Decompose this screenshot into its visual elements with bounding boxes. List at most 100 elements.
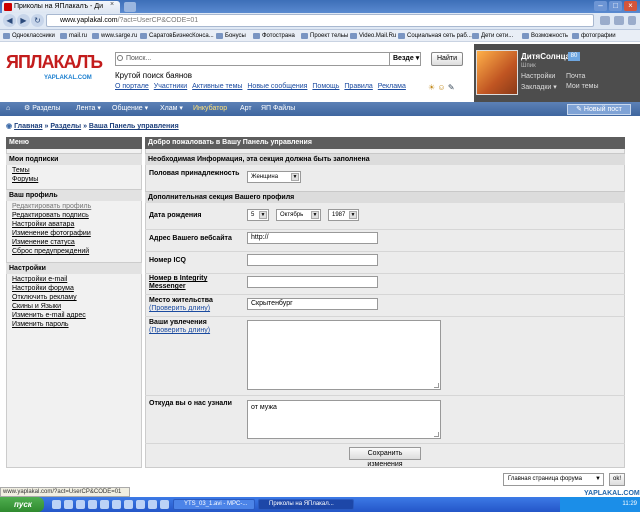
tab-close-icon[interactable]: × [110, 1, 114, 8]
home-icon[interactable]: ⌂ [6, 102, 10, 116]
resize-grip-icon[interactable] [434, 432, 439, 437]
search-input[interactable]: Поиск... [115, 52, 392, 66]
forum-jump-button[interactable]: ok! [609, 473, 625, 486]
maximize-button[interactable]: □ [609, 1, 622, 11]
source-textarea[interactable]: от мужа [247, 400, 441, 439]
bookmark-item[interactable]: СаратовБизнесКонса... [140, 30, 214, 41]
avatar[interactable] [476, 50, 518, 95]
link-rules[interactable]: Правила [344, 83, 372, 90]
sidebar-item-forums[interactable]: Форумы [12, 176, 38, 183]
breadcrumb-sections[interactable]: Разделы [50, 123, 81, 130]
integrity-label[interactable]: Номер в Integrity Messenger [149, 275, 239, 291]
quicklaunch-icon[interactable] [136, 500, 145, 509]
location-input[interactable]: Скрытенбург [247, 298, 378, 310]
link-active-topics[interactable]: Активные темы [192, 83, 242, 90]
location-check-length-link[interactable]: (Проверить длину) [149, 305, 210, 312]
menu-item-chat[interactable]: Общение ▾ [112, 102, 148, 116]
bookmark-item[interactable]: Дети сети... [472, 30, 513, 41]
sidebar-item-warnings[interactable]: Сброс предупреждений [12, 248, 89, 255]
username[interactable]: ДитяСолнца [521, 52, 570, 61]
smile-icon[interactable]: ☺ [437, 83, 445, 92]
new-post-button[interactable]: ✎ Новый пост [567, 104, 631, 115]
browser-tab[interactable]: Приколы на ЯПлакалъ - Ди [2, 1, 120, 13]
close-window-button[interactable]: × [624, 1, 637, 11]
rss-icon[interactable]: ☀ [428, 83, 435, 92]
quicklaunch-icon[interactable] [76, 500, 85, 509]
icq-input[interactable] [247, 254, 378, 266]
bookmark-item[interactable]: Проект тельы [301, 30, 348, 41]
sidebar-item-forum-settings[interactable]: Настройки форума [12, 285, 74, 292]
gender-select[interactable]: Женщина ▼ [247, 171, 301, 183]
quicklaunch-icon[interactable] [160, 500, 169, 509]
user-mail-link[interactable]: Почта [566, 73, 585, 80]
wrench-icon[interactable] [614, 16, 624, 25]
menu-item-sections[interactable]: ⚙ Разделы [24, 102, 60, 116]
quicklaunch-icon[interactable] [64, 500, 73, 509]
sidebar-item-avatar[interactable]: Настройки аватара [12, 221, 74, 228]
birth-day-select[interactable]: 5 ▼ [247, 209, 269, 221]
taskbar-item-browser[interactable]: Приколы на ЯПлакал... [258, 499, 354, 510]
menu-item-junk[interactable]: Хлам ▾ [160, 102, 183, 116]
user-settings-link[interactable]: Настройки [521, 73, 555, 80]
attach-icon[interactable]: ✎ [448, 83, 455, 92]
bookmark-item[interactable]: фотографии [572, 30, 616, 41]
quicklaunch-icon[interactable] [148, 500, 157, 509]
menu-item-incubator[interactable]: Инкубатор [193, 102, 227, 116]
sidebar-item-change-password[interactable]: Изменить пароль [12, 321, 69, 328]
link-help[interactable]: Помощь [312, 83, 339, 90]
website-input[interactable]: http:// [247, 232, 378, 244]
sidebar-item-disable-ads[interactable]: Отключить рекламу [12, 294, 77, 301]
resize-grip-icon[interactable] [434, 383, 439, 388]
sidebar-item-topics[interactable]: Темы [12, 167, 30, 174]
birth-month-select[interactable]: Октябрь ▼ [276, 209, 321, 221]
birth-year-select[interactable]: 1987 ▼ [328, 209, 359, 221]
back-icon[interactable]: ◀ [3, 14, 16, 27]
sidebar-item-change-email[interactable]: Изменить e-mail адрес [12, 312, 86, 319]
extension-icon[interactable] [628, 16, 636, 25]
user-topics-link[interactable]: Мои темы [566, 83, 599, 90]
search-scope-select[interactable]: Везде ▾ [389, 52, 421, 66]
bookmark-item[interactable]: www.sarge.ru [92, 30, 137, 41]
breadcrumb-control-panel[interactable]: Ваша Панель управления [89, 123, 179, 130]
user-bookmarks-link[interactable]: Закладки ▾ [521, 83, 557, 91]
quicklaunch-icon[interactable] [100, 500, 109, 509]
address-bar[interactable]: www.yaplakal.com/?act=UserCP&CODE=01 [46, 14, 594, 27]
sidebar-item-edit-profile[interactable]: Редактировать профиль [12, 203, 91, 210]
quicklaunch-icon[interactable] [124, 500, 133, 509]
sidebar-item-edit-signature[interactable]: Редактировать подпись [12, 212, 89, 219]
new-tab-button[interactable] [124, 2, 136, 12]
bookmark-item[interactable]: Video.Mail.Ru [350, 30, 396, 41]
bookmark-item[interactable]: Бонусы [216, 30, 246, 41]
forward-icon[interactable]: ▶ [17, 14, 30, 27]
reload-icon[interactable]: ↻ [31, 14, 44, 27]
site-logo[interactable]: ЯПЛАКАЛЪ [6, 52, 103, 73]
save-button[interactable]: Сохранить изменения [349, 447, 421, 468]
sidebar-item-skins[interactable]: Скины и Языки [12, 303, 61, 310]
interests-textarea[interactable] [247, 320, 441, 390]
breadcrumb-home[interactable]: Главная [14, 123, 42, 130]
menu-item-files[interactable]: ЯП Файлы [261, 102, 295, 116]
search-button[interactable]: Найти [431, 52, 463, 66]
interests-check-length-link[interactable]: (Проверить длину) [149, 327, 210, 334]
sidebar-item-status[interactable]: Изменение статуса [12, 239, 75, 246]
quicklaunch-icon[interactable] [112, 500, 121, 509]
sidebar-item-photo[interactable]: Изменение фотографии [12, 230, 91, 237]
link-new-posts[interactable]: Новые сообщения [247, 83, 307, 90]
quicklaunch-icon[interactable] [88, 500, 97, 509]
bookmark-item[interactable]: Возможность [522, 30, 568, 41]
quicklaunch-icon[interactable] [52, 500, 61, 509]
sidebar-item-email-settings[interactable]: Настройки e-mail [12, 276, 67, 283]
integrity-input[interactable] [247, 276, 378, 288]
minimize-button[interactable]: – [594, 1, 607, 11]
link-members[interactable]: Участники [154, 83, 187, 90]
bookmark-item[interactable]: Фотострана [253, 30, 295, 41]
bookmark-item[interactable]: Социальная сеть раб... [398, 30, 472, 41]
menu-item-art[interactable]: Арт [240, 102, 252, 116]
forum-jump-select[interactable]: Главная страница форума ▼ [503, 473, 604, 486]
bookmark-item[interactable]: Одноклассники [3, 30, 55, 41]
page-menu-icon[interactable] [600, 16, 610, 25]
link-ads[interactable]: Реклама [378, 83, 406, 90]
taskbar-item-player[interactable]: YTS_03_1.avi - MPC-... [173, 499, 255, 510]
menu-item-feed[interactable]: Лента ▾ [76, 102, 101, 116]
bookmark-item[interactable]: mail.ru [60, 30, 87, 41]
